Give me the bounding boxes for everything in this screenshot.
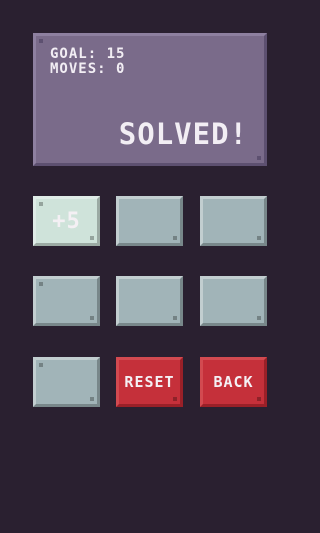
empty-tile[interactable] [200, 196, 267, 246]
empty-tile[interactable] [33, 357, 100, 407]
back-button[interactable]: BACK [200, 357, 267, 407]
back-label: BACK [213, 373, 254, 391]
rivet [39, 363, 43, 367]
reset-label: RESET [124, 373, 175, 391]
game-display: GOAL: 15 MOVES: 0 SOLVED! [33, 33, 267, 166]
rivet [173, 236, 177, 240]
rivet [257, 316, 261, 320]
empty-tile[interactable] [200, 276, 267, 326]
rivet [39, 202, 43, 206]
empty-tile[interactable] [33, 276, 100, 326]
rivet [173, 397, 177, 401]
empty-tile[interactable] [116, 196, 183, 246]
rivet [173, 316, 177, 320]
reset-button[interactable]: RESET [116, 357, 183, 407]
game-info: GOAL: 15 MOVES: 0 [50, 47, 125, 77]
status-message: SOLVED! [118, 117, 248, 151]
plus5-label: +5 [52, 208, 81, 234]
rivet [90, 316, 94, 320]
goal-label: GOAL: 15 [50, 46, 126, 62]
rivet [257, 397, 261, 401]
rivet [257, 156, 261, 160]
rivet [90, 236, 94, 240]
empty-tile[interactable] [116, 276, 183, 326]
plus5-button[interactable]: +5 [33, 196, 100, 246]
rivet [257, 236, 261, 240]
rivet [39, 39, 43, 43]
moves-label: MOVES: 0 [50, 61, 126, 77]
rivet [90, 397, 94, 401]
rivet [39, 282, 43, 286]
